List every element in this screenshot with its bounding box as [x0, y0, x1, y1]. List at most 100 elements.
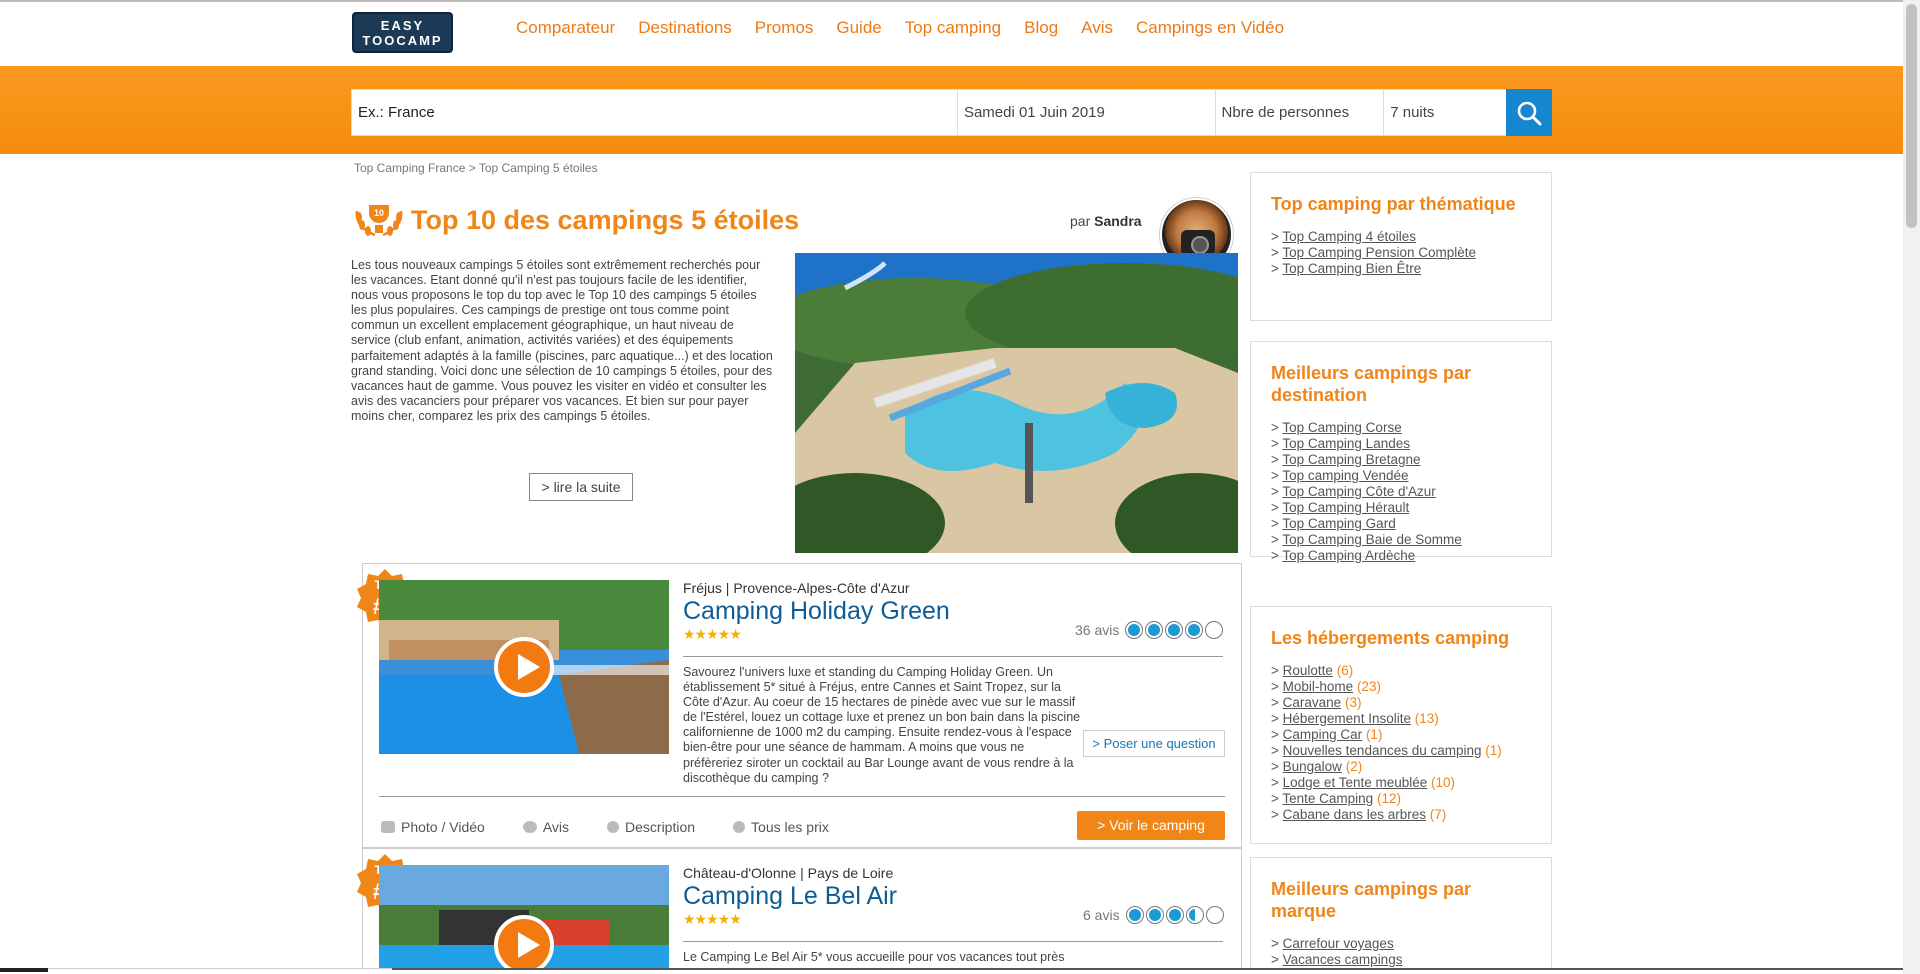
sidebar-link[interactable]: Hébergement Insolite [1283, 711, 1411, 726]
date-input[interactable]: Samedi 01 Juin 2019 [958, 90, 1216, 135]
play-icon[interactable] [494, 915, 554, 974]
sidebar-link[interactable]: Top camping Vendée [1282, 468, 1408, 483]
sidebar-link[interactable]: Top Camping Gard [1282, 516, 1395, 531]
author-name[interactable]: Sandra [1094, 213, 1141, 229]
list-bullet: > [1271, 532, 1283, 547]
tab-tous-les-prix[interactable]: Tous les prix [733, 819, 829, 835]
nav-comparateur[interactable]: Comparateur [516, 18, 615, 38]
sidebar-link[interactable]: Roulotte [1283, 663, 1333, 678]
sidebar-list-item: > Top Camping Corse [1271, 420, 1531, 436]
rating-dot [1125, 621, 1144, 639]
read-more-button[interactable]: > lire la suite [529, 473, 633, 501]
list-bullet: > [1271, 468, 1283, 483]
nav-blog[interactable]: Blog [1024, 18, 1058, 38]
sidebar-link[interactable]: Mobil-home [1283, 679, 1354, 694]
sidebar-list-item: > Top Camping Hérault [1271, 500, 1531, 516]
sidebar-link[interactable]: Cabane dans les arbres [1283, 807, 1426, 822]
destination-input[interactable]: Ex.: France [352, 90, 958, 135]
review-rating[interactable]: 36 avis [1075, 621, 1224, 639]
sidebar-list: > Top Camping Corse > Top Camping Landes >… [1271, 420, 1531, 564]
sidebar-list-item: > Mobil-home (23) [1271, 679, 1531, 695]
list-bullet: > [1271, 261, 1283, 276]
sidebar-box-title: Meilleurs campings par marque [1271, 879, 1472, 921]
nights-select[interactable]: 7 nuits [1384, 90, 1506, 135]
sidebar-link[interactable]: Top Camping Côte d'Azur [1282, 484, 1435, 499]
sidebar-link[interactable]: Top Camping Hérault [1282, 500, 1409, 515]
camping-city[interactable]: Château-d'Olonne [683, 865, 796, 881]
list-bullet: > [1271, 548, 1283, 563]
search-button[interactable] [1506, 89, 1552, 136]
review-count: 6 avis [1083, 907, 1120, 923]
camping-video-thumbnail[interactable] [379, 580, 669, 754]
sidebar-link[interactable]: Top Camping Landes [1282, 436, 1410, 451]
list-bullet: > [1271, 229, 1283, 244]
camping-city[interactable]: Fréjus [683, 580, 722, 596]
nav-destinations[interactable]: Destinations [638, 18, 732, 38]
persons-select[interactable]: Nbre de personnes [1216, 90, 1385, 135]
logo-line-1: EASY [380, 18, 425, 33]
nav-guide[interactable]: Guide [836, 18, 881, 38]
site-logo[interactable]: EASY TOOCAMP [352, 12, 453, 53]
nav-top-camping[interactable]: Top camping [905, 18, 1001, 38]
breadcrumb-top-camping-france[interactable]: Top Camping France [354, 161, 465, 175]
list-bullet: > [1271, 452, 1283, 467]
review-rating[interactable]: 6 avis [1083, 906, 1224, 924]
camping-location: Fréjus | Provence-Alpes-Côte d'Azur [683, 580, 910, 596]
sidebar-link[interactable]: Carrefour voyages [1283, 936, 1394, 951]
sidebar-link[interactable]: Nouvelles tendances du camping [1283, 743, 1482, 758]
sidebar-link[interactable]: Camping Car [1283, 727, 1363, 742]
sidebar-box-title: Meilleurs campings par destination [1271, 363, 1472, 405]
camping-region[interactable]: Provence-Alpes-Côte d'Azur [733, 580, 909, 596]
camping-name[interactable]: Camping Holiday Green [683, 597, 950, 626]
sidebar-link[interactable]: Tente Camping [1282, 791, 1373, 806]
camping-region[interactable]: Pays de Loire [808, 865, 894, 881]
list-bullet: > [1271, 484, 1283, 499]
sidebar-link[interactable]: Bungalow [1283, 759, 1342, 774]
logo-line-2: TOOCAMP [362, 33, 443, 48]
sidebar-link[interactable]: Vacances campings [1283, 952, 1403, 967]
sidebar-list-item: > Lodge et Tente meublée (10) [1271, 775, 1531, 791]
item-count: (12) [1376, 791, 1401, 806]
sidebar-link[interactable]: Lodge et Tente meublée [1283, 775, 1428, 790]
sidebar-box-title: Top camping par thématique [1271, 194, 1516, 214]
sidebar-link[interactable]: Top Camping Corse [1282, 420, 1401, 435]
item-count: (7) [1429, 807, 1447, 822]
tab-label: Tous les prix [751, 819, 829, 835]
sidebar-list-item: > Top Camping Bretagne [1271, 452, 1531, 468]
list-bullet: > [1271, 516, 1283, 531]
play-icon[interactable] [494, 637, 554, 697]
camping-name[interactable]: Camping Le Bel Air [683, 882, 897, 911]
bottom-indicator [392, 968, 1903, 970]
list-bullet: > [1271, 679, 1283, 694]
list-bullet: > [1271, 791, 1283, 806]
sidebar-link[interactable]: Top Camping Baie de Somme [1282, 532, 1461, 547]
camping-video-thumbnail[interactable] [379, 865, 669, 974]
sidebar-link[interactable]: Top Camping 4 étoiles [1282, 229, 1416, 244]
sidebar-link[interactable]: Caravane [1283, 695, 1342, 710]
sidebar-list-item: > Camping Car (1) [1271, 727, 1531, 743]
camping-description: Le Camping Le Bel Air 5* vous accueille … [683, 950, 1065, 964]
list-bullet: > [1271, 245, 1283, 260]
vertical-scrollbar[interactable] [1903, 0, 1920, 974]
ask-question-button[interactable]: > Poser une question [1083, 730, 1225, 757]
nav-campings-video[interactable]: Campings en Vidéo [1136, 18, 1284, 38]
sidebar-link[interactable]: Top Camping Bien Être [1282, 261, 1421, 276]
view-camping-button[interactable]: > Voir le camping [1077, 811, 1225, 840]
sidebar-link[interactable]: Top Camping Pension Complète [1282, 245, 1476, 260]
nav-avis[interactable]: Avis [1081, 18, 1113, 38]
sidebar-list-item: > Top Camping Pension Complète [1271, 245, 1531, 261]
sidebar-link[interactable]: Top Camping Ardèche [1282, 548, 1415, 563]
tab-description[interactable]: Description [607, 819, 695, 835]
laurel-icon: 10 [355, 205, 403, 237]
tab-avis[interactable]: Avis [522, 819, 569, 835]
camping-card-1: Top #1 Fréjus | Provence-Alpes-Côte d'Az… [357, 563, 1242, 848]
scrollbar-thumb[interactable] [1906, 4, 1917, 228]
list-bullet: > [1271, 775, 1283, 790]
item-count: (13) [1414, 711, 1439, 726]
nav-promos[interactable]: Promos [755, 18, 814, 38]
sidebar-link[interactable]: Top Camping Bretagne [1282, 452, 1420, 467]
location-separator: | [796, 865, 808, 881]
list-bullet: > [1271, 936, 1283, 951]
euro-icon [733, 821, 746, 833]
tab-photo-video[interactable]: Photo / Vidéo [381, 819, 485, 835]
